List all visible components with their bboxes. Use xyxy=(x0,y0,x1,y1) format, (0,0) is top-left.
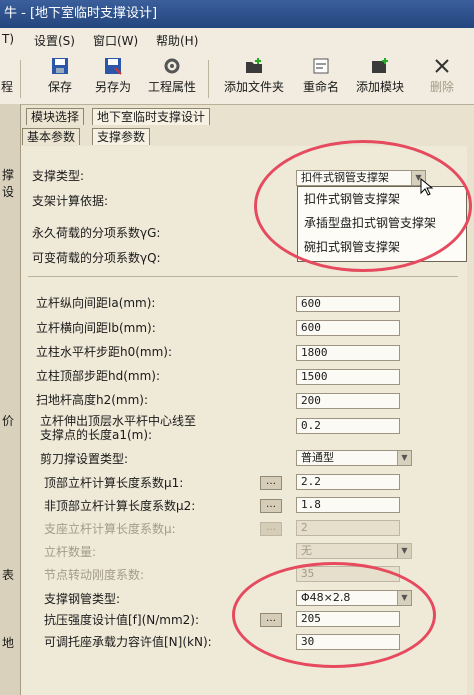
menu-item-settings[interactable]: 设置(S) xyxy=(34,32,75,49)
support-type-label: 支撑类型: xyxy=(32,169,85,183)
h2-input[interactable]: 200 xyxy=(296,393,400,409)
folder-icon xyxy=(246,58,262,73)
save-as-icon xyxy=(105,58,122,75)
la-label: 立杆纵向间距la(mm): xyxy=(36,296,156,310)
left-tree-panel: 撑设 价 表 地 xyxy=(0,104,21,695)
close-icon xyxy=(435,59,449,73)
delete-button[interactable]: 删除 xyxy=(422,56,462,100)
disabled-select-value: 无 xyxy=(301,544,312,557)
rename-icon xyxy=(313,58,329,74)
menu-item-help[interactable]: 帮助(H) xyxy=(156,32,198,49)
save-icon xyxy=(52,58,68,74)
toolbar-separator xyxy=(208,60,209,98)
disabled-param-label: 节点转动刚度系数: xyxy=(44,568,145,582)
window-title: 牛 - [地下室临时支撑设计] xyxy=(4,6,158,21)
window-title-bar: 牛 - [地下室临时支撑设计] xyxy=(0,0,474,28)
chevron-down-icon[interactable]: ▼ xyxy=(397,591,411,605)
gear-icon xyxy=(164,58,180,74)
toolbar-clipped-item[interactable]: 程 xyxy=(0,56,14,100)
tab-support-params[interactable]: 支撑参数 xyxy=(92,128,151,145)
lb-label: 立杆横向间距lb(mm): xyxy=(36,321,156,335)
add-module-button[interactable]: 添加模块 xyxy=(352,56,408,100)
support-type-dropdown[interactable]: 扣件式钢管支撑架 承插型盘扣式钢管支撑架 碗扣式钢管支撑架 xyxy=(297,186,467,262)
tab-module-current[interactable]: 地下室临时支撑设计 xyxy=(92,108,211,125)
group-divider xyxy=(28,276,458,277)
chevron-down-icon[interactable]: ▼ xyxy=(397,451,411,465)
compressive-strength-label: 抗压强度设计值[f](N/mm2): xyxy=(44,613,200,627)
mu1-label: 顶部立杆计算长度系数μ1: xyxy=(44,476,184,490)
mu1-picker-button[interactable]: … xyxy=(260,476,282,490)
save-as-button[interactable]: 另存为 xyxy=(90,56,136,100)
menu-item-tools[interactable]: T) xyxy=(2,32,14,46)
disabled-param-input: 35 xyxy=(296,566,400,582)
la-input[interactable]: 600 xyxy=(296,296,400,312)
menu-item-window[interactable]: 窗口(W) xyxy=(93,32,138,49)
dropdown-option[interactable]: 碗扣式钢管支撑架 xyxy=(298,235,466,259)
h0-label: 立柱水平杆步距h0(mm): xyxy=(36,345,173,359)
left-label-table[interactable]: 表 xyxy=(2,566,14,583)
bracket-capacity-input[interactable]: 30 xyxy=(296,634,400,650)
mu2-label: 非顶部立杆计算长度系数μ2: xyxy=(44,499,196,513)
mu2-picker-button[interactable]: … xyxy=(260,499,282,513)
left-label-setup[interactable]: 撑设 xyxy=(2,166,20,200)
disabled-param-select: 无 ▼ xyxy=(296,543,412,559)
disabled-param-label: 支座立杆计算长度系数μ: xyxy=(44,522,176,536)
clipped-icon xyxy=(0,56,20,76)
bracket-capacity-label: 可调托座承载力容许值[N](kN): xyxy=(44,635,212,649)
tab-basic-params[interactable]: 基本参数 xyxy=(22,128,81,145)
h0-input[interactable]: 1800 xyxy=(296,345,400,361)
hd-input[interactable]: 1500 xyxy=(296,369,400,385)
menu-bar: T) 设置(S) 窗口(W) 帮助(H) xyxy=(0,28,474,53)
dropdown-option[interactable]: 扣件式钢管支撑架 xyxy=(298,187,466,211)
dead-load-factor-label: 永久荷载的分项系数γG: xyxy=(32,226,161,240)
mu1-input[interactable]: 2.2 xyxy=(296,474,400,490)
disabled-picker-button: … xyxy=(260,522,282,536)
disabled-param-label: 立杆数量: xyxy=(44,545,97,559)
mouse-cursor-icon xyxy=(420,178,434,196)
tab-module-select[interactable]: 模块选择 xyxy=(26,108,85,125)
left-label-ground[interactable]: 地 xyxy=(2,634,14,651)
project-props-button[interactable]: 工程属性 xyxy=(144,56,200,100)
pipe-type-value: Φ48×2.8 xyxy=(301,591,351,604)
left-label-price[interactable]: 价 xyxy=(2,412,14,429)
lb-input[interactable]: 600 xyxy=(296,320,400,336)
brace-type-select[interactable]: 普通型 ▼ xyxy=(296,450,412,466)
support-type-value: 扣件式钢管支撑架 xyxy=(301,171,389,184)
chevron-down-icon: ▼ xyxy=(397,544,411,558)
brace-type-label: 剪刀撑设置类型: xyxy=(40,452,129,466)
toolbar-separator xyxy=(20,60,21,98)
mu2-input[interactable]: 1.8 xyxy=(296,497,400,513)
hd-label: 立柱顶部步距hd(mm): xyxy=(36,369,161,383)
h2-label: 扫地杆高度h2(mm): xyxy=(36,393,149,407)
pipe-type-select[interactable]: Φ48×2.8 ▼ xyxy=(296,590,412,606)
brace-type-value: 普通型 xyxy=(301,451,334,464)
disabled-param-input: 2 xyxy=(296,520,400,536)
compressive-strength-input[interactable]: 205 xyxy=(296,611,400,627)
add-module-icon xyxy=(372,58,388,73)
rename-button[interactable]: 重命名 xyxy=(298,56,344,100)
calc-basis-label: 支架计算依据: xyxy=(32,194,109,208)
support-type-select[interactable]: 扣件式钢管支撑架 ▼ xyxy=(296,170,426,186)
strength-picker-button[interactable]: … xyxy=(260,613,282,627)
toolbar: 程 保存 另存为 工程属性 添加文件夹 重命名 添加模块 删除 xyxy=(0,52,474,105)
live-load-factor-label: 可变荷载的分项系数γQ: xyxy=(32,251,161,265)
save-button[interactable]: 保存 xyxy=(44,56,76,100)
pipe-type-label: 支撑钢管类型: xyxy=(44,592,121,606)
dropdown-option[interactable]: 承插型盘扣式钢管支撑架 xyxy=(298,211,466,235)
add-folder-button[interactable]: 添加文件夹 xyxy=(220,56,288,100)
a1-input[interactable]: 0.2 xyxy=(296,418,400,434)
a1-label-line2: 支撑点的长度a1(m): xyxy=(40,428,153,442)
